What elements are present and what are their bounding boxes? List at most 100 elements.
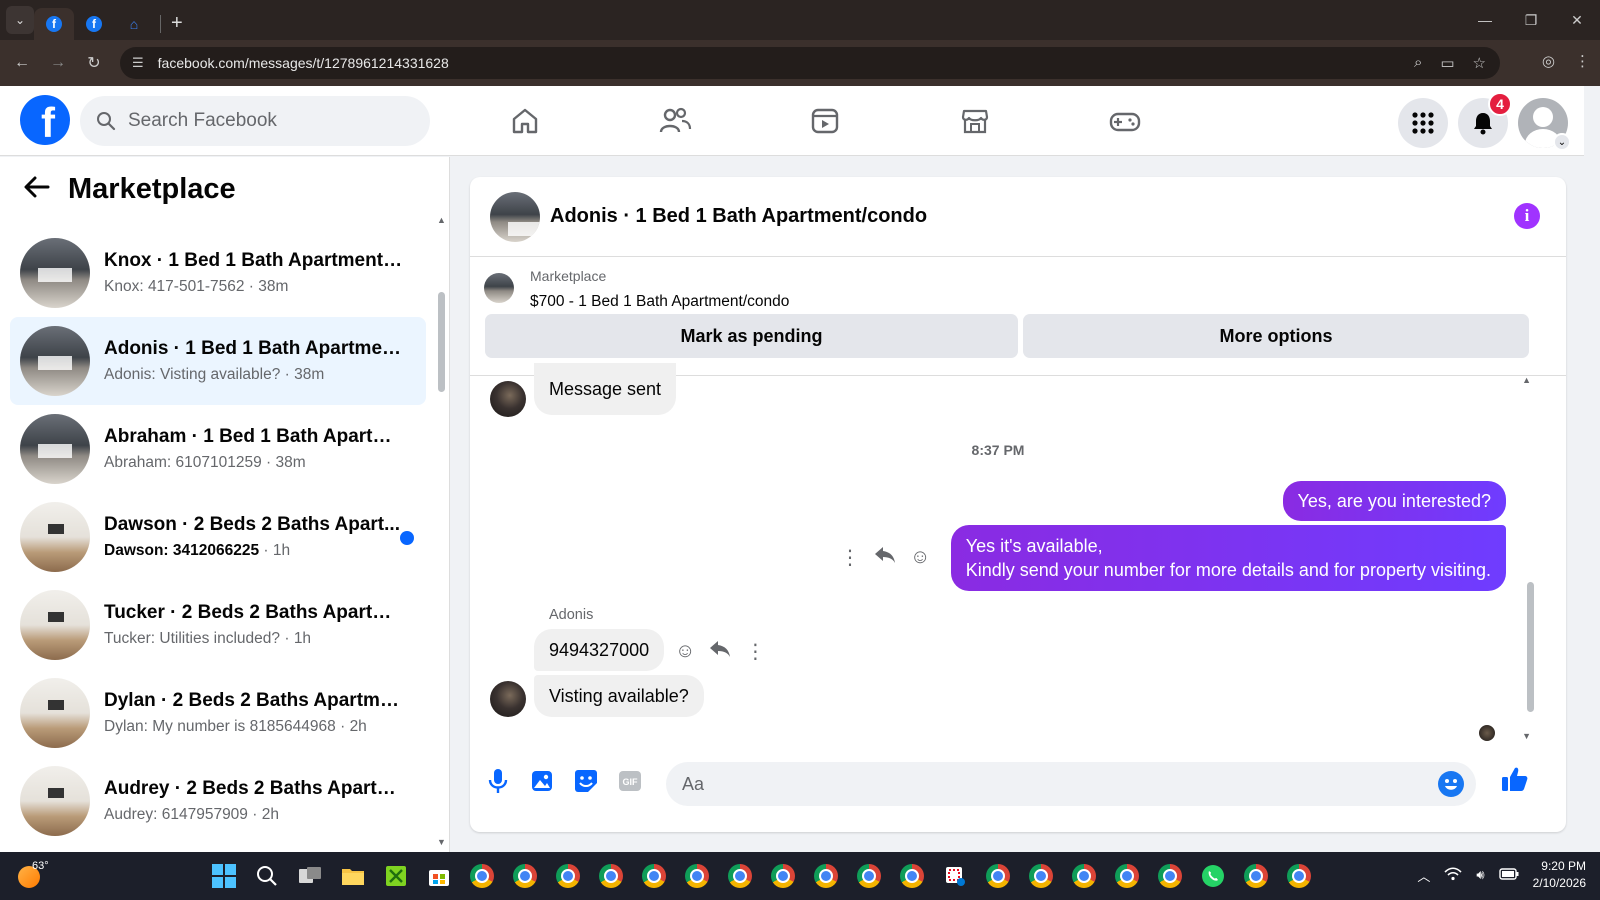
back-arrow-icon[interactable]: ← bbox=[4, 54, 40, 72]
nav-home[interactable] bbox=[450, 86, 600, 156]
message-line: Yes it's available, bbox=[965, 536, 1103, 556]
chrome-icon[interactable] bbox=[552, 860, 584, 892]
chrome-icon[interactable] bbox=[681, 860, 713, 892]
reload-icon[interactable]: ↻ bbox=[76, 53, 112, 73]
conversation-item[interactable]: Abraham · 1 Bed 1 Bath Apartme... Abraham… bbox=[10, 405, 426, 493]
scroll-up-arrow-icon[interactable]: ▲ bbox=[437, 215, 446, 225]
chrome-icon[interactable] bbox=[982, 860, 1014, 892]
more-vertical-icon[interactable]: ⋮ bbox=[745, 639, 765, 664]
nav-marketplace[interactable] bbox=[900, 86, 1050, 156]
address-bar[interactable]: ☰ facebook.com/messages/t/12789612143316… bbox=[120, 47, 1500, 79]
scroll-down-arrow-icon[interactable]: ▼ bbox=[1522, 731, 1531, 741]
react-emoji-icon[interactable]: ☺ bbox=[910, 546, 930, 569]
chrome-icon[interactable] bbox=[767, 860, 799, 892]
emoji-icon[interactable] bbox=[1438, 771, 1464, 797]
chrome-icon[interactable] bbox=[1154, 860, 1186, 892]
tab-facebook-active[interactable]: f bbox=[34, 8, 74, 40]
message-bubble-incoming[interactable]: 9494327000 bbox=[534, 629, 665, 671]
chrome-icon[interactable] bbox=[1240, 860, 1272, 892]
spreadsheet-app-icon[interactable] bbox=[380, 860, 412, 892]
account-button[interactable]: ⌄ bbox=[1518, 98, 1571, 151]
browser-menu-icon[interactable]: ⋮ bbox=[1575, 52, 1590, 70]
whatsapp-icon[interactable] bbox=[1197, 860, 1229, 892]
forward-arrow-icon[interactable]: → bbox=[40, 54, 76, 72]
maximize-button[interactable]: ❐ bbox=[1508, 12, 1554, 29]
reply-icon[interactable] bbox=[874, 546, 896, 570]
microphone-icon[interactable] bbox=[485, 768, 511, 794]
tab-facebook[interactable]: f bbox=[74, 8, 114, 40]
conversation-item[interactable]: Dylan · 2 Beds 2 Baths Apartmen... Dylan:… bbox=[10, 669, 426, 757]
listing-title[interactable]: $700 - 1 Bed 1 Bath Apartment/condo bbox=[530, 293, 789, 311]
mark-as-pending-button[interactable]: Mark as pending bbox=[485, 314, 1018, 358]
conversation-text: Abraham · 1 Bed 1 Bath Apartme... Abraham… bbox=[104, 426, 404, 472]
snipping-tool-icon[interactable] bbox=[939, 860, 971, 892]
reply-icon[interactable] bbox=[709, 640, 731, 664]
search-icon[interactable] bbox=[251, 860, 283, 892]
file-explorer-icon[interactable] bbox=[337, 860, 369, 892]
menu-grid-button[interactable] bbox=[1398, 98, 1448, 148]
chat-listing-thumbnail[interactable] bbox=[490, 191, 540, 242]
sticker-icon[interactable] bbox=[573, 768, 599, 794]
conversation-item[interactable]: Knox · 1 Bed 1 Bath Apartment/c... Knox: … bbox=[10, 229, 426, 317]
chrome-icon[interactable] bbox=[595, 860, 627, 892]
chat-scrollbar-thumb[interactable] bbox=[1527, 582, 1534, 712]
system-clock[interactable]: 9:20 PM 2/10/2026 bbox=[1533, 858, 1586, 892]
scroll-up-arrow-icon[interactable]: ▲ bbox=[1522, 375, 1531, 385]
message-bubble-incoming[interactable]: Visting available? bbox=[534, 675, 704, 717]
message-input[interactable]: Aa bbox=[666, 762, 1476, 806]
message-bubble-outgoing[interactable]: Yes it's available, Kindly send your num… bbox=[950, 525, 1506, 591]
more-options-button[interactable]: More options bbox=[1023, 314, 1529, 358]
photo-icon[interactable] bbox=[529, 768, 555, 794]
search-input[interactable]: Search Facebook bbox=[80, 96, 430, 146]
conversation-item[interactable]: Tucker · 2 Beds 2 Baths Apartme... Tucker… bbox=[10, 581, 426, 669]
battery-icon[interactable] bbox=[1498, 867, 1519, 883]
minimize-button[interactable]: — bbox=[1462, 12, 1508, 28]
chrome-icon[interactable] bbox=[1111, 860, 1143, 892]
listing-thumbnail[interactable] bbox=[484, 273, 514, 303]
close-button[interactable]: ✕ bbox=[1554, 12, 1600, 29]
thumbs-up-icon[interactable] bbox=[1500, 764, 1530, 794]
sidebar-scrollbar-thumb[interactable] bbox=[438, 292, 445, 392]
chrome-icon[interactable] bbox=[1283, 860, 1315, 892]
conversation-item[interactable]: Audrey · 2 Beds 2 Baths Apartme... Audrey… bbox=[10, 757, 426, 845]
task-view-icon[interactable] bbox=[294, 860, 326, 892]
tab-search-chevron-icon[interactable]: ⌄ bbox=[6, 6, 34, 34]
chrome-icon[interactable] bbox=[724, 860, 756, 892]
more-vertical-icon[interactable]: ⋮ bbox=[840, 545, 860, 570]
info-icon[interactable]: i bbox=[1514, 203, 1540, 229]
nav-video[interactable] bbox=[750, 86, 900, 156]
chrome-icon[interactable] bbox=[466, 860, 498, 892]
facebook-logo-icon[interactable]: f bbox=[20, 95, 70, 145]
microsoft-store-icon[interactable] bbox=[423, 860, 455, 892]
message-bubble-outgoing[interactable]: Yes, are you interested? bbox=[1282, 481, 1506, 521]
chrome-icon[interactable] bbox=[509, 860, 541, 892]
volume-icon[interactable]: 🔊︎ bbox=[1476, 867, 1484, 883]
nav-friends[interactable] bbox=[600, 86, 750, 156]
nav-gaming[interactable] bbox=[1050, 86, 1200, 156]
bookmark-star-icon[interactable]: ☆ bbox=[1473, 54, 1486, 72]
profile-icon[interactable]: ◎ bbox=[1542, 52, 1555, 70]
chrome-icon[interactable] bbox=[638, 860, 670, 892]
tab-zillow[interactable]: ⌂ bbox=[114, 8, 154, 40]
scroll-down-arrow-icon[interactable]: ▼ bbox=[437, 837, 446, 847]
chrome-icon[interactable] bbox=[1025, 860, 1057, 892]
chrome-icon[interactable] bbox=[853, 860, 885, 892]
wifi-icon[interactable] bbox=[1444, 866, 1462, 884]
gif-icon[interactable]: GIF bbox=[617, 768, 643, 794]
cast-icon[interactable]: ▭ bbox=[1440, 54, 1454, 72]
chevron-up-icon[interactable]: ︿ bbox=[1417, 866, 1430, 885]
conversation-item[interactable]: Dawson · 2 Beds 2 Baths Apart... Dawson: … bbox=[10, 493, 426, 581]
notifications-button[interactable]: 4 bbox=[1458, 92, 1512, 148]
windows-start-icon[interactable] bbox=[208, 860, 240, 892]
chrome-icon[interactable] bbox=[896, 860, 928, 892]
react-emoji-icon[interactable]: ☺ bbox=[675, 640, 695, 663]
chat-title[interactable]: Adonis · 1 Bed 1 Bath Apartment/condo bbox=[550, 205, 927, 228]
zoom-icon[interactable]: ⌕ bbox=[1414, 54, 1422, 72]
site-info-icon[interactable]: ☰ bbox=[132, 55, 144, 71]
conversation-item[interactable]: Adonis · 1 Bed 1 Bath Apartment... Adonis… bbox=[10, 317, 426, 405]
message-bubble-incoming[interactable]: Message sent bbox=[534, 363, 677, 415]
new-tab-button[interactable]: + bbox=[171, 12, 183, 35]
chrome-icon[interactable] bbox=[810, 860, 842, 892]
chrome-icon[interactable] bbox=[1068, 860, 1100, 892]
back-arrow-icon[interactable] bbox=[24, 173, 50, 206]
